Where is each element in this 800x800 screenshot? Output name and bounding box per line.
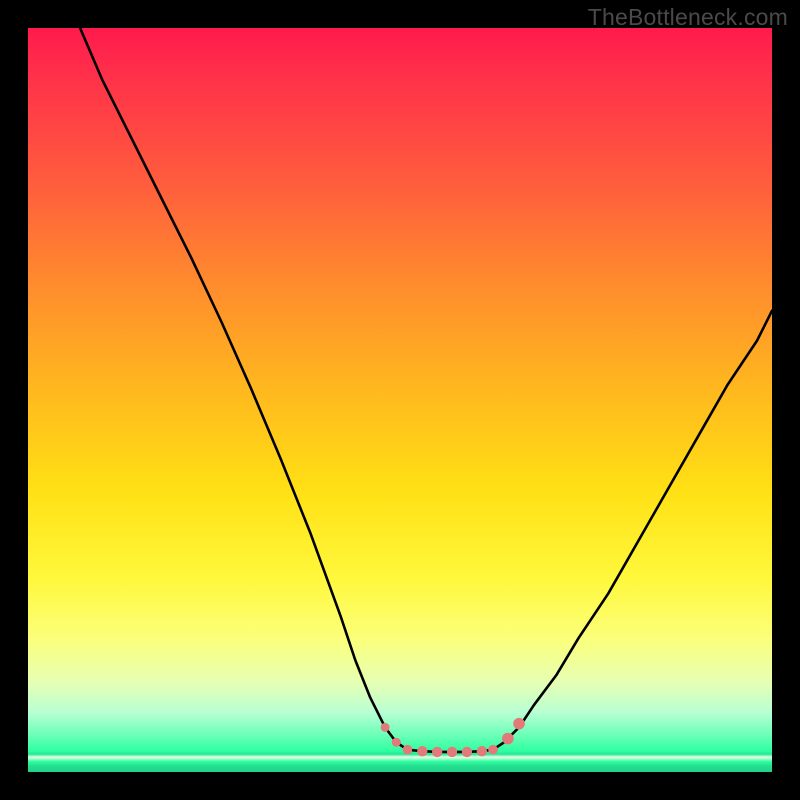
plot-area	[28, 28, 772, 772]
bottleneck-curve	[80, 28, 772, 752]
bottom-marker	[462, 747, 472, 757]
bottom-marker	[381, 723, 390, 732]
bottom-marker	[513, 718, 525, 730]
bottom-marker	[502, 733, 514, 745]
bottom-marker	[392, 738, 401, 747]
bottleneck-curve-path	[80, 28, 772, 752]
attribution-watermark: TheBottleneck.com	[588, 4, 788, 31]
chart-frame: TheBottleneck.com	[0, 0, 800, 800]
bottom-marker	[477, 746, 487, 756]
bottom-marker	[417, 746, 427, 756]
bottom-marker	[403, 745, 413, 755]
bottom-marker	[488, 745, 498, 755]
bottom-marker	[447, 747, 457, 757]
bottom-marker	[432, 747, 442, 757]
bottom-marker-group	[381, 718, 525, 757]
curve-layer	[28, 28, 772, 772]
